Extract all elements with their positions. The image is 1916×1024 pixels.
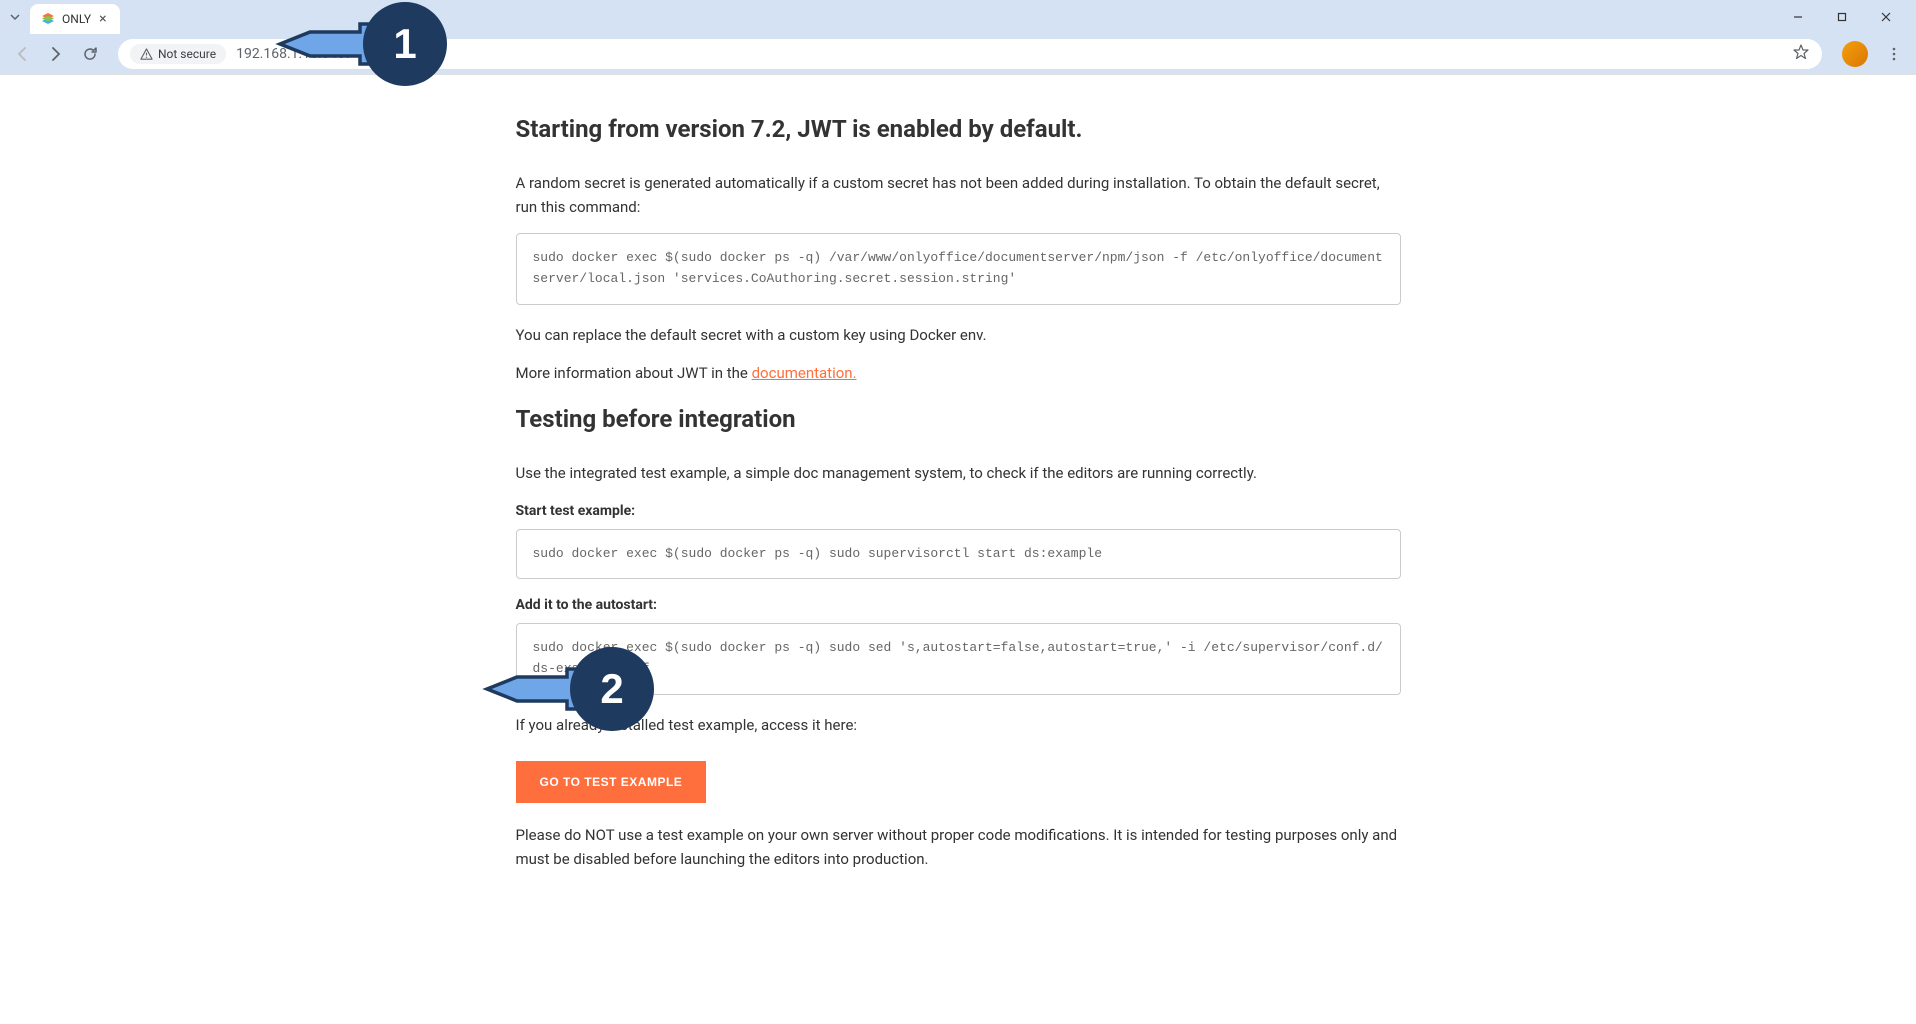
tab-close-icon[interactable]: × xyxy=(99,11,106,27)
para-jwt-doc-prefix: More information about JWT in the xyxy=(516,364,752,382)
security-badge[interactable]: Not secure xyxy=(130,44,226,64)
para-jwt-doc: More information about JWT in the docume… xyxy=(516,361,1401,385)
bookmark-star-icon[interactable] xyxy=(1792,43,1810,65)
tab-bar: ONLY × xyxy=(0,0,1916,34)
url-text: 192.168.1.18:8467 xyxy=(236,46,353,62)
forward-button[interactable] xyxy=(42,40,70,68)
heading-jwt: Starting from version 7.2, JWT is enable… xyxy=(516,115,1401,143)
page-content: Starting from version 7.2, JWT is enable… xyxy=(516,75,1401,945)
profile-avatar[interactable] xyxy=(1842,41,1868,67)
go-to-test-example-button[interactable]: GO TO TEST EXAMPLE xyxy=(516,761,707,803)
para-random-secret: A random secret is generated automatical… xyxy=(516,171,1401,219)
warning-triangle-icon xyxy=(140,48,153,61)
content-viewport[interactable]: Starting from version 7.2, JWT is enable… xyxy=(0,74,1916,1024)
onlyoffice-favicon-icon xyxy=(40,11,56,27)
para-replace-secret: You can replace the default secret with … xyxy=(516,323,1401,347)
heading-testing: Testing before integration xyxy=(516,405,1401,433)
browser-menu-button[interactable] xyxy=(1880,40,1908,68)
para-test-intro: Use the integrated test example, a simpl… xyxy=(516,461,1401,485)
maximize-button[interactable] xyxy=(1820,2,1864,32)
window-controls xyxy=(1776,0,1916,34)
address-bar[interactable]: Not secure 192.168.1.18:8467 xyxy=(118,39,1822,69)
code-start-example: sudo docker exec $(sudo docker ps -q) su… xyxy=(516,529,1401,580)
para-access-here: If you already installed test example, a… xyxy=(516,713,1401,737)
code-autostart: sudo docker exec $(sudo docker ps -q) su… xyxy=(516,623,1401,695)
tab-list-dropdown[interactable] xyxy=(6,8,24,26)
sub-autostart: Add it to the autostart: xyxy=(516,597,1401,613)
security-label: Not secure xyxy=(158,47,216,61)
sub-start-test: Start test example: xyxy=(516,503,1401,519)
tab-title: ONLY xyxy=(62,12,91,26)
minimize-button[interactable] xyxy=(1776,2,1820,32)
close-window-button[interactable] xyxy=(1864,2,1908,32)
reload-button[interactable] xyxy=(76,40,104,68)
documentation-link[interactable]: documentation. xyxy=(752,364,857,382)
browser-toolbar: Not secure 192.168.1.18:8467 xyxy=(0,34,1916,74)
browser-tab[interactable]: ONLY × xyxy=(30,4,120,34)
browser-chrome: ONLY × Not secure xyxy=(0,0,1916,74)
para-warning: Please do NOT use a test example on your… xyxy=(516,823,1401,871)
back-button[interactable] xyxy=(8,40,36,68)
code-jwt-secret: sudo docker exec $(sudo docker ps -q) /v… xyxy=(516,233,1401,305)
